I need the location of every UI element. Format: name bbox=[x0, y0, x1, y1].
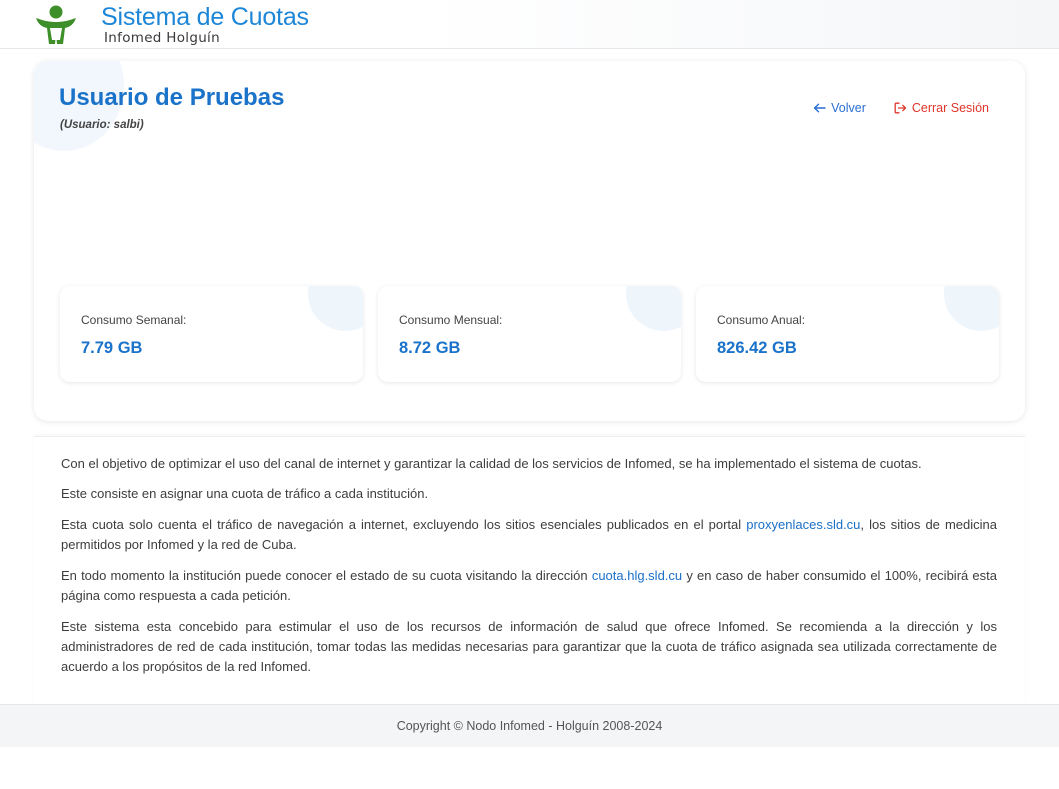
user-name-title: Usuario de Pruebas bbox=[59, 84, 285, 111]
paragraph-text: En todo momento la institución puede con… bbox=[61, 568, 592, 583]
copyright-text: Copyright © Nodo Infomed - Holguín 2008-… bbox=[396, 719, 663, 733]
info-paragraph: Este sistema esta concebido para estimul… bbox=[61, 619, 997, 674]
top-header: Sistema de Cuotas Infomed Holguín bbox=[0, 0, 1059, 49]
logout-link[interactable]: Cerrar Sesión bbox=[894, 101, 989, 115]
stat-label: Consumo Mensual: bbox=[399, 313, 503, 327]
decorative-corner bbox=[308, 286, 363, 331]
proxyenlaces-link[interactable]: proxyenlaces.sld.cu bbox=[746, 517, 860, 532]
user-card: Usuario de Pruebas (Usuario: salbi) Volv… bbox=[34, 61, 1025, 421]
info-section: Con el objetivo de optimizar el uso del … bbox=[34, 436, 1025, 704]
back-label: Volver bbox=[831, 101, 866, 115]
nav-links: Volver Cerrar Sesión bbox=[813, 101, 989, 115]
person-logo-icon bbox=[36, 5, 76, 44]
sign-out-icon bbox=[894, 102, 907, 114]
stat-value: 826.42 GB bbox=[717, 339, 797, 357]
arrow-left-icon bbox=[813, 103, 826, 113]
info-paragraph: Con el objetivo de optimizar el uso del … bbox=[61, 456, 922, 471]
info-paragraph: En todo momento la institución puede con… bbox=[61, 566, 997, 606]
back-link[interactable]: Volver bbox=[813, 101, 866, 115]
monthly-usage-card: Consumo Mensual: 8.72 GB bbox=[378, 286, 681, 382]
info-paragraph: Este consiste en asignar una cuota de tr… bbox=[61, 486, 429, 501]
stat-value: 7.79 GB bbox=[81, 339, 143, 357]
info-paragraph: Esta cuota solo cuenta el tráfico de nav… bbox=[61, 515, 997, 555]
username-label: (Usuario: salbi) bbox=[60, 119, 144, 131]
app-title: Sistema de Cuotas bbox=[101, 3, 309, 31]
annual-usage-card: Consumo Anual: 826.42 GB bbox=[696, 286, 999, 382]
stat-label: Consumo Anual: bbox=[717, 313, 806, 327]
decorative-corner bbox=[944, 286, 999, 331]
weekly-usage-card: Consumo Semanal: 7.79 GB bbox=[60, 286, 363, 382]
app-subtitle: Infomed Holguín bbox=[104, 30, 220, 46]
logout-label: Cerrar Sesión bbox=[911, 101, 989, 115]
stat-value: 8.72 GB bbox=[399, 339, 461, 357]
stat-label: Consumo Semanal: bbox=[81, 313, 187, 327]
paragraph-text: Esta cuota solo cuenta el tráfico de nav… bbox=[61, 517, 747, 532]
decorative-corner bbox=[626, 286, 681, 331]
cuota-link[interactable]: cuota.hlg.sld.cu bbox=[592, 568, 682, 583]
footer: Copyright © Nodo Infomed - Holguín 2008-… bbox=[0, 704, 1059, 747]
